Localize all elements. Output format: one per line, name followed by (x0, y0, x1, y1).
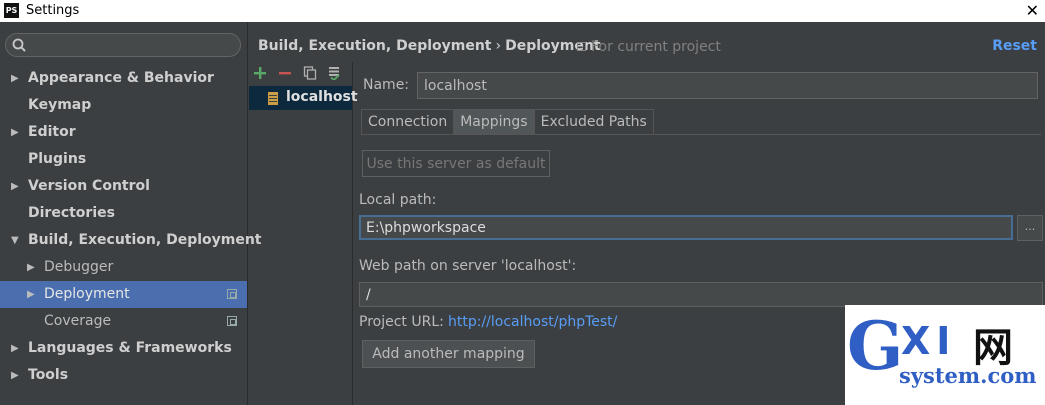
window-title: Settings (26, 3, 80, 18)
nav-item-debugger[interactable]: ▶ Debugger (0, 254, 247, 281)
server-label: localhost (286, 89, 358, 105)
project-scope-icon (577, 42, 586, 51)
collapse-arrow-icon[interactable]: ▼ (11, 227, 19, 254)
local-path-field[interactable] (359, 215, 1013, 240)
project-scope-note: For current project (577, 39, 721, 55)
expand-arrow-icon[interactable]: ▶ (11, 335, 19, 362)
add-icon[interactable] (253, 66, 267, 80)
watermark-domain: system.com (899, 363, 1037, 388)
copy-icon[interactable] (303, 66, 317, 80)
search-input[interactable] (5, 33, 241, 57)
project-scope-icon (227, 289, 237, 299)
nav-item-coverage[interactable]: Coverage (0, 308, 247, 335)
settings-header: Build, Execution, Deployment › Deployment … (249, 22, 1045, 62)
nav-item-plugins[interactable]: Plugins (0, 146, 247, 173)
tabs-divider (361, 134, 1041, 135)
name-field[interactable] (417, 72, 1038, 99)
nav-item-tools[interactable]: ▶ Tools (0, 362, 247, 389)
watermark-xi: XI (901, 319, 957, 363)
nav-item-build-execution-deployment[interactable]: ▼ Build, Execution, Deployment (0, 227, 262, 254)
watermark-g: G (847, 307, 904, 385)
use-as-default-button[interactable]: Use this server as default (362, 150, 550, 177)
tab-mappings[interactable]: Mappings (453, 109, 535, 135)
expand-arrow-icon[interactable]: ▶ (11, 65, 19, 92)
close-icon[interactable]: ✕ (1026, 1, 1039, 20)
local-path-label: Local path: (359, 192, 437, 208)
nav-item-keymap[interactable]: Keymap (0, 92, 247, 119)
breadcrumb: Build, Execution, Deployment › Deployment (258, 38, 601, 54)
breadcrumb-separator: › (495, 38, 502, 54)
remove-icon[interactable] (278, 66, 292, 80)
nav-item-version-control[interactable]: ▶ Version Control (0, 173, 247, 200)
server-item-localhost[interactable]: localhost (249, 86, 358, 110)
expand-arrow-icon[interactable]: ▶ (27, 254, 35, 281)
web-path-label: Web path on server 'localhost': (359, 258, 577, 274)
breadcrumb-parent: Build, Execution, Deployment (258, 38, 492, 54)
tab-excluded-paths[interactable]: Excluded Paths (533, 109, 654, 135)
search-icon (12, 38, 26, 52)
expand-arrow-icon[interactable]: ▶ (11, 362, 19, 389)
watermark-logo: G XI 网 system.com (845, 305, 1045, 405)
web-path-field[interactable] (359, 282, 1043, 307)
project-url-label: Project URL: (359, 314, 444, 330)
expand-arrow-icon[interactable]: ▶ (27, 281, 35, 308)
nav-item-appearance-behavior[interactable]: ▶ Appearance & Behavior (0, 65, 247, 92)
title-bar: PS Settings ✕ (0, 0, 1045, 22)
default-server-icon[interactable] (327, 66, 341, 80)
nav-item-editor[interactable]: ▶ Editor (0, 119, 247, 146)
settings-sidebar: ▶ Appearance & Behavior Keymap ▶ Editor … (0, 22, 262, 405)
server-list-panel: localhost (249, 62, 358, 405)
add-mapping-button[interactable]: Add another mapping (362, 340, 535, 368)
nav-item-deployment[interactable]: ▶ Deployment (0, 281, 247, 308)
config-tabs: Connection Mappings Excluded Paths (361, 109, 654, 135)
nav-item-directories[interactable]: Directories (0, 200, 247, 227)
project-url-link[interactable]: http://localhost/phpTest/ (448, 314, 617, 330)
expand-arrow-icon[interactable]: ▶ (11, 173, 19, 200)
reset-link[interactable]: Reset (992, 38, 1037, 54)
tab-connection[interactable]: Connection (361, 109, 455, 135)
browse-button[interactable]: ... (1017, 215, 1043, 241)
app-icon: PS (4, 3, 19, 18)
nav-item-languages-frameworks[interactable]: ▶ Languages & Frameworks (0, 335, 247, 362)
settings-tree: ▶ Appearance & Behavior Keymap ▶ Editor … (0, 65, 262, 389)
project-scope-icon (227, 316, 237, 326)
server-icon (268, 92, 278, 105)
name-label: Name: (363, 77, 410, 93)
expand-arrow-icon[interactable]: ▶ (11, 119, 19, 146)
